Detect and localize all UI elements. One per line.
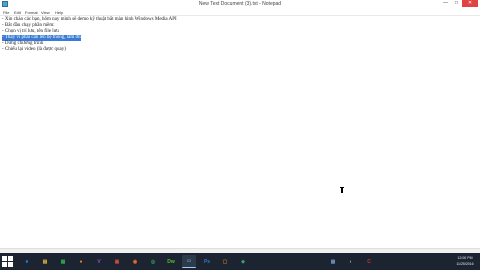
menu-help[interactable]: Help [55,9,63,16]
tray-unknown-b-icon[interactable]: ◐ [344,255,358,268]
text-cursor-icon [340,187,344,193]
menu-edit[interactable]: Edit [14,9,21,16]
clock-date: 11/25/2016 [456,262,474,266]
taskbar-notepad-icon[interactable]: ▭ [182,255,196,268]
taskbar-illustrator-icon[interactable]: ▢ [218,255,232,268]
tray-unknown-a-icon[interactable]: ▦ [326,255,340,268]
windows-logo-icon-part [8,256,13,261]
text-line: - Chiếu lại video (là được quay) [2,47,66,52]
tray-ccleaner-icon[interactable]: C [362,255,376,268]
windows-logo-icon-part [2,262,7,267]
taskbar-app-green-icon[interactable]: ◆ [236,255,250,268]
taskbar-photoshop-icon[interactable]: Ps [200,255,214,268]
taskbar-folder-icon[interactable]: ▣ [110,255,124,268]
taskbar-file-explorer-icon[interactable]: ▤ [38,255,52,268]
menu-view[interactable]: View [41,9,50,16]
menu-format[interactable]: Format [25,9,38,16]
taskbar-media-icon[interactable]: ● [74,255,88,268]
taskbar-dreamweaver-icon[interactable]: Dw [164,255,178,268]
start-button[interactable] [2,256,14,267]
taskbar-store-icon[interactable]: ▦ [56,255,70,268]
text-editor[interactable]: - Xin chào các bạn, hôm nay mình sẽ demo… [0,16,480,258]
minimize-button[interactable]: — [440,0,451,7]
maximize-button[interactable]: □ [451,0,462,7]
taskbar-visual-studio-icon[interactable]: V [92,255,106,268]
title-bar: New Text Document (3).txt - Notepad — □ … [0,0,480,9]
taskbar-firefox-icon[interactable]: ◉ [128,255,142,268]
clock[interactable]: 12:00 PM 11/25/2016 [452,255,478,268]
window-title: New Text Document (3).txt - Notepad [198,1,282,7]
menu-bar: File Edit Format View Help [0,9,480,16]
windows-logo-icon [2,256,7,261]
taskbar-chrome-icon[interactable]: ◎ [146,255,160,268]
menu-file[interactable]: File [3,9,9,16]
windows-logo-icon-part [8,262,13,267]
close-button[interactable]: ✕ [462,0,478,7]
taskbar: e ▤ ▦ ● V ▣ ◉ ◎ Dw ▭ Ps ▢ ◆ ▦ ◐ C 12:00 PM 11/25/2016 [0,253,480,270]
taskbar-internet-explorer-icon[interactable]: e [20,255,34,268]
